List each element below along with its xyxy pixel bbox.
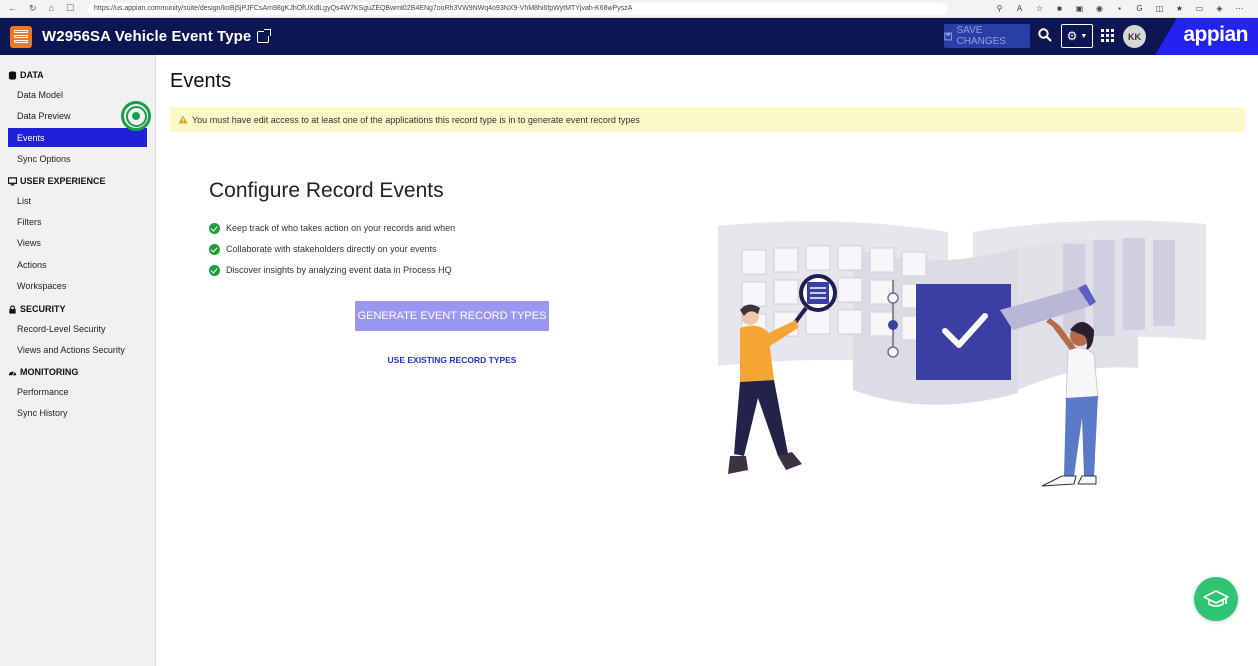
browser-extensions: ⚲ A ☆ ■ ▣ ◉ ▪ G ◫ ★ ▭ ◈ ⋯ (995, 4, 1258, 13)
favorites-icon[interactable]: ★ (1175, 4, 1184, 13)
sidebar: DATA Data Model Data Preview Events Sync… (0, 55, 156, 666)
sidebar-section-data: DATA (8, 70, 44, 80)
extension-icon[interactable]: ▪ (1115, 4, 1124, 13)
benefit-text: Keep track of who takes action on your r… (226, 223, 456, 233)
warning-text: You must have edit access to at least on… (192, 114, 640, 125)
open-external-icon[interactable] (257, 28, 272, 43)
url-prefix: https:// (94, 5, 116, 12)
section-title: DATA (20, 70, 44, 80)
section-title: MONITORING (20, 367, 79, 377)
appian-logo: appian (1155, 18, 1258, 55)
brand-name: appian (1183, 23, 1248, 46)
save-changes-button[interactable]: SAVE CHANGES (944, 24, 1030, 48)
sidebar-section-security: SECURITY (8, 304, 66, 314)
extension-icon[interactable]: ◉ (1095, 4, 1104, 13)
sidebar-item-list[interactable]: List (8, 191, 147, 210)
zoom-icon[interactable]: ⚲ (995, 4, 1004, 13)
configure-title: Configure Record Events (209, 179, 444, 202)
sidebar-item-record-level-security[interactable]: Record-Level Security (8, 319, 147, 338)
check-circle-icon (209, 222, 220, 234)
sidebar-item-data-model[interactable]: Data Model (8, 85, 147, 104)
app-launcher-icon[interactable] (1101, 29, 1114, 42)
benefit-text: Discover insights by analyzing event dat… (226, 265, 452, 275)
sidebar-section-monitoring: MONITORING (8, 367, 78, 377)
database-icon (8, 70, 17, 80)
extension-icon[interactable]: ▣ (1075, 4, 1084, 13)
extension-icon[interactable]: G (1135, 4, 1144, 13)
generate-event-record-types-button[interactable]: GENERATE EVENT RECORD TYPES (355, 301, 549, 331)
benefit-item: Discover insights by analyzing event dat… (209, 263, 452, 277)
page-title: Events (170, 70, 232, 92)
collections-icon[interactable]: ▭ (1195, 4, 1204, 13)
copilot-icon[interactable]: ◈ (1215, 4, 1224, 13)
sidebar-section-user-experience: USER EXPERIENCE (8, 176, 106, 186)
home-icon[interactable]: ⌂ (49, 4, 54, 13)
help-learning-button[interactable] (1194, 577, 1238, 621)
site-info-icon[interactable]: ☐ (66, 4, 74, 13)
url-path: /suite/design/koBj5jPJFCsAm98gKJhOfUXdlL… (181, 5, 633, 12)
warning-icon (178, 115, 188, 124)
sidebar-item-events[interactable]: Events (8, 128, 147, 147)
benefit-item: Keep track of who takes action on your r… (209, 221, 455, 235)
back-icon[interactable]: ← (8, 4, 17, 13)
settings-menu-button[interactable]: ⚙ ▼ (1061, 24, 1093, 48)
avatar[interactable]: KK (1123, 25, 1146, 48)
click-target-marker (121, 101, 151, 131)
section-title: SECURITY (20, 304, 66, 314)
refresh-icon[interactable]: ↻ (29, 4, 37, 13)
benefit-item: Collaborate with stakeholders directly o… (209, 242, 437, 256)
use-existing-record-types-link[interactable]: USE EXISTING RECORD TYPES (355, 355, 549, 365)
sidebar-item-views-actions-security[interactable]: Views and Actions Security (8, 340, 147, 359)
sidebar-item-filters[interactable]: Filters (8, 212, 147, 231)
address-bar[interactable]: https://us.appian.community/suite/design… (88, 2, 948, 15)
check-circle-icon (209, 264, 220, 276)
more-icon[interactable]: ⋯ (1235, 4, 1244, 13)
split-screen-icon[interactable]: ◫ (1155, 4, 1164, 13)
record-type-icon (10, 25, 32, 48)
sidebar-item-performance[interactable]: Performance (8, 382, 147, 401)
save-changes-label: SAVE CHANGES (956, 25, 1006, 47)
chevron-down-icon: ▼ (1080, 32, 1088, 40)
favorite-icon[interactable]: ☆ (1035, 4, 1044, 13)
record-type-title: W2956SA Vehicle Event Type (42, 28, 252, 45)
monitor-icon (8, 176, 17, 185)
url-host: us.appian.community (115, 5, 182, 12)
sidebar-item-sync-history[interactable]: Sync History (8, 403, 147, 422)
lock-icon (9, 304, 16, 314)
section-title: USER EXPERIENCE (20, 176, 106, 186)
browser-nav: ← ↻ ⌂ ☐ (0, 4, 88, 13)
gear-icon: ⚙ (1066, 29, 1078, 43)
read-aloud-icon[interactable]: A (1015, 4, 1024, 13)
warning-banner: You must have edit access to at least on… (170, 107, 1245, 132)
graduation-cap-icon (1203, 590, 1229, 607)
gauge-icon (8, 371, 17, 375)
save-icon (944, 32, 953, 40)
sidebar-item-workspaces[interactable]: Workspaces (8, 276, 147, 295)
check-circle-icon (209, 243, 220, 255)
search-icon[interactable] (1038, 28, 1052, 42)
app-header: W2956SA Vehicle Event Type SAVE CHANGES … (0, 18, 1258, 55)
browser-toolbar: ← ↻ ⌂ ☐ https://us.appian.community/suit… (0, 0, 1258, 18)
events-illustration (718, 220, 1206, 487)
sidebar-item-views[interactable]: Views (8, 233, 147, 252)
benefit-text: Collaborate with stakeholders directly o… (226, 244, 437, 254)
sidebar-item-sync-options[interactable]: Sync Options (8, 149, 147, 168)
sidebar-item-actions[interactable]: Actions (8, 255, 147, 274)
extension-icon[interactable]: ■ (1055, 4, 1064, 13)
